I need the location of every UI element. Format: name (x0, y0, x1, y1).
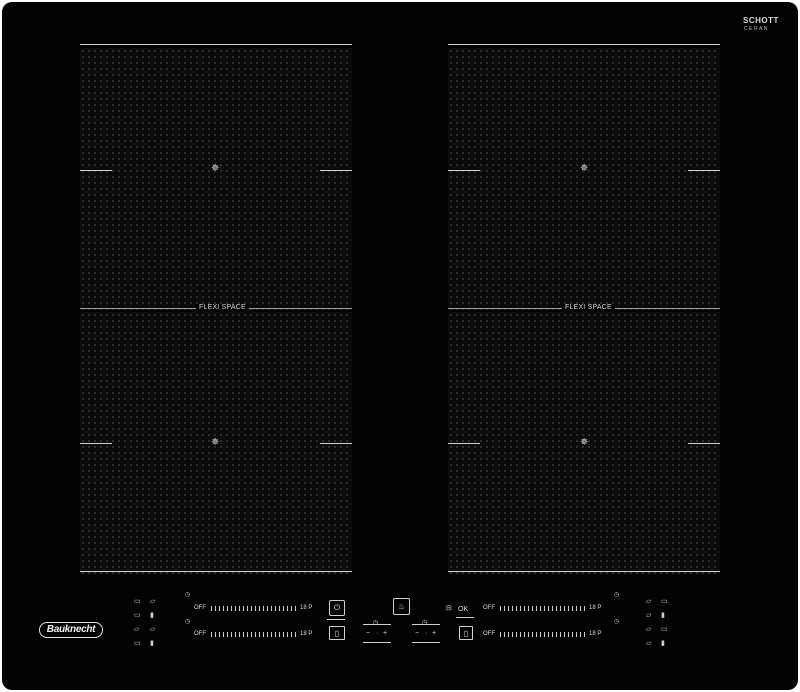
power-icon: ⏻ (333, 603, 341, 612)
timer-icon[interactable]: ◷ (614, 619, 619, 625)
slider-max-label: 18 P (589, 605, 602, 611)
slider-off-label: OFF (483, 605, 495, 611)
zone-marker (80, 170, 112, 171)
slider-off-label: OFF (194, 605, 206, 611)
slider-scale[interactable] (500, 605, 586, 611)
zone-center-icon: ✵ (211, 163, 220, 174)
pot-icon[interactable]: ▮ (150, 640, 154, 647)
slider-scale[interactable] (500, 631, 586, 637)
flexi-space-label: FLEXI SPACE (196, 304, 249, 312)
zone-marker (688, 170, 720, 171)
timer-line (412, 624, 440, 625)
slider-max-label: 18 P (300, 605, 313, 611)
lock-button[interactable]: ▯ (329, 626, 345, 640)
zone-marker (448, 443, 480, 444)
settings-icon[interactable]: ⊟ (446, 605, 452, 612)
pan-icon[interactable]: ▭ (661, 626, 668, 633)
zone-center-icon: ✵ (580, 437, 589, 448)
timer-plus-button[interactable]: + (432, 630, 436, 638)
power-slider-left-rear[interactable]: OFF 18 P (194, 630, 314, 638)
zone-marker (688, 443, 720, 444)
timer-minus-button[interactable]: − (366, 630, 370, 638)
pan-icon[interactable]: ▱ (646, 612, 651, 619)
slider-scale[interactable] (211, 631, 297, 637)
flexi-zone-left-front (80, 48, 352, 310)
zone-right-bottom-edge (448, 571, 720, 572)
schott-logo: SCHOTT (743, 16, 779, 25)
power-slider-right-front[interactable]: OFF 18 P (483, 604, 603, 612)
pot-icon[interactable]: ▭ (134, 640, 141, 647)
timer-icon[interactable]: ◷ (373, 620, 378, 626)
zone-center-icon: ✵ (211, 437, 220, 448)
timer-plus-button[interactable]: + (383, 630, 387, 638)
power-slider-right-rear[interactable]: OFF 18 P (483, 630, 603, 638)
zone-right-top-edge (448, 44, 720, 45)
cooktop-glass: SCHOTT CERAN ✵ ✵ FLEXI SPACE ✵ ✵ FLEXI S… (2, 2, 798, 690)
pot-icon[interactable]: ▭ (661, 598, 668, 605)
ok-button[interactable]: OK (458, 606, 468, 614)
pot-icon[interactable]: ▭ (134, 612, 141, 619)
slider-off-label: OFF (483, 631, 495, 637)
pot-icon[interactable]: ▮ (661, 612, 665, 619)
flexi-space-label: FLEXI SPACE (562, 304, 615, 312)
pan-icon[interactable]: ▱ (150, 598, 155, 605)
pot-icon[interactable]: ▮ (661, 640, 665, 647)
timer-dot: · (376, 630, 379, 637)
timer-icon[interactable]: ◷ (422, 620, 427, 626)
pot-icon[interactable]: ▱ (646, 640, 651, 647)
zone-left-bottom-edge (80, 571, 352, 572)
timer-icon[interactable]: ◷ (614, 592, 619, 598)
pan-icon[interactable]: ▱ (150, 626, 155, 633)
timer-line (363, 642, 391, 643)
pause-button[interactable]: ▯ (459, 626, 473, 640)
zone-center-icon: ✵ (580, 163, 589, 174)
zone-left-top-edge (80, 44, 352, 45)
slider-scale[interactable] (211, 605, 297, 611)
lock-icon: ▯ (334, 628, 340, 638)
pot-icon: ♨ (397, 602, 406, 611)
pot-mode-button[interactable]: ♨ (393, 598, 410, 615)
timer-line (363, 624, 391, 625)
slider-max-label: 18 P (300, 631, 313, 637)
button-divider (327, 619, 345, 620)
pot-icon[interactable]: ▮ (150, 612, 154, 619)
timer-dot: · (425, 630, 428, 637)
pause-icon: ▯ (463, 628, 469, 638)
pan-icon[interactable]: ▭ (134, 598, 141, 605)
flexi-zone-right-front (448, 48, 720, 310)
timer-minus-button[interactable]: − (415, 630, 419, 638)
power-slider-left-front[interactable]: OFF 18 P (194, 604, 314, 612)
ceran-logo: CERAN (744, 26, 770, 32)
zone-marker (80, 443, 112, 444)
pan-icon[interactable]: ▱ (646, 598, 651, 605)
timer-icon[interactable]: ◷ (185, 619, 190, 625)
bauknecht-logo: Bauknecht (39, 622, 103, 638)
slider-max-label: 18 P (589, 631, 602, 637)
zone-marker (448, 170, 480, 171)
pan-icon[interactable]: ▱ (646, 626, 651, 633)
power-button[interactable]: ⏻ (329, 600, 345, 616)
button-divider (456, 617, 474, 618)
slider-off-label: OFF (194, 631, 206, 637)
timer-line (412, 642, 440, 643)
timer-icon[interactable]: ◷ (185, 592, 190, 598)
zone-marker (320, 170, 352, 171)
zone-marker (320, 443, 352, 444)
pan-icon[interactable]: ▱ (134, 626, 139, 633)
